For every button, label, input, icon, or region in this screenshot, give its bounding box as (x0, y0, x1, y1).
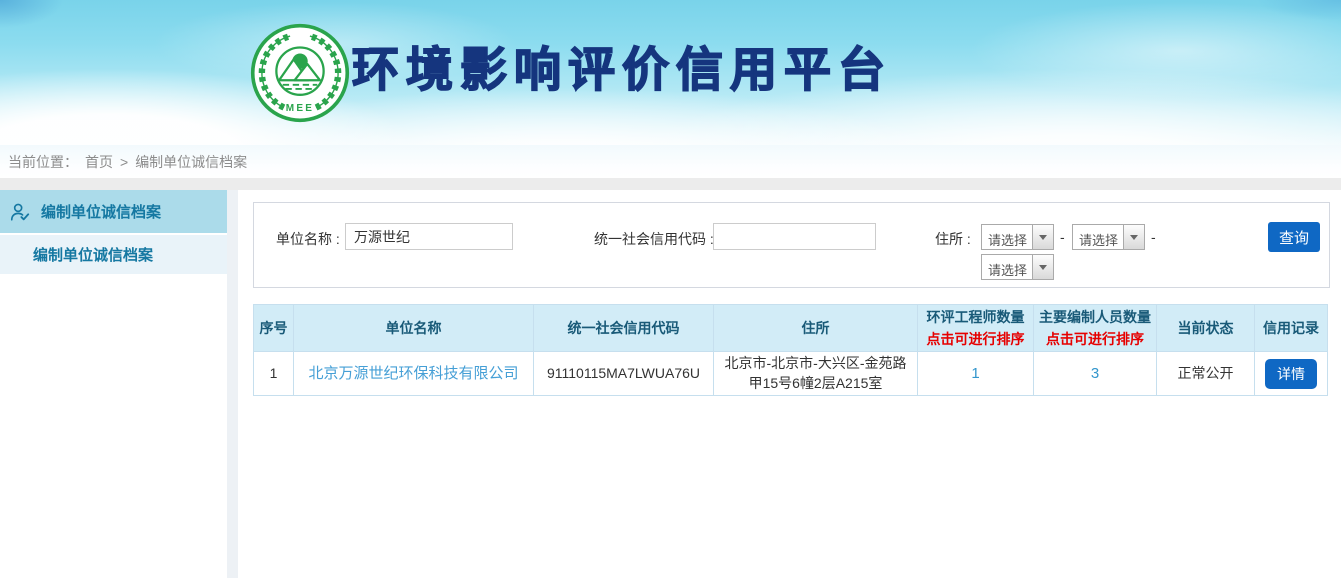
engineer-count-link[interactable]: 1 (971, 365, 979, 382)
search-panel: 单位名称 : 统一社会信用代码 : 住所 : 请选择 - 请选择 - 请选择 (253, 202, 1330, 288)
cell-credit-record: 详情 (1255, 352, 1328, 396)
sidebar-item-label: 编制单位诚信档案 (41, 201, 161, 222)
sidebar-subitem-label: 编制单位诚信档案 (33, 244, 153, 265)
address-district-select[interactable]: 请选择 (981, 254, 1054, 280)
site-header: MEE 环境影响评价信用平台 (0, 0, 1341, 145)
column-unit-name: 单位名称 (294, 305, 534, 352)
breadcrumb-current: 编制单位诚信档案 (135, 152, 247, 172)
unit-name-label: 单位名称 : (276, 229, 340, 249)
sort-hint: 点击可进行排序 (1036, 329, 1154, 349)
credit-code-input[interactable] (713, 223, 876, 250)
cell-unit-name: 北京万源世纪环保科技有限公司 (294, 352, 534, 396)
column-engineer-count-sort[interactable]: 环评工程师数量 点击可进行排序 (918, 305, 1034, 352)
breadcrumb-home-link[interactable]: 首页 (85, 152, 113, 172)
cell-index: 1 (254, 352, 294, 396)
main-content: 单位名称 : 统一社会信用代码 : 住所 : 请选择 - 请选择 - 请选择 (238, 190, 1341, 578)
breadcrumb-separator: > (120, 154, 128, 170)
vertical-divider (227, 190, 238, 578)
cell-status: 正常公开 (1157, 352, 1255, 396)
select-value: 请选择 (982, 225, 1032, 249)
dash-separator: - (1060, 229, 1065, 245)
cell-address: 北京市-北京市-大兴区-金苑路甲15号6幢2层A215室 (714, 352, 918, 396)
sidebar: 编制单位诚信档案 编制单位诚信档案 (0, 190, 227, 578)
chevron-down-icon[interactable] (1123, 225, 1144, 249)
column-index: 序号 (254, 305, 294, 352)
column-staff-count-sort[interactable]: 主要编制人员数量 点击可进行排序 (1034, 305, 1157, 352)
select-value: 请选择 (1073, 225, 1123, 249)
cell-engineer-count: 1 (918, 352, 1034, 396)
query-button[interactable]: 查询 (1268, 222, 1320, 252)
address-city-select[interactable]: 请选择 (1072, 224, 1145, 250)
unit-name-input[interactable] (345, 223, 513, 250)
horizontal-divider (0, 178, 1341, 190)
detail-button[interactable]: 详情 (1265, 359, 1317, 389)
column-label: 主要编制人员数量 (1039, 309, 1151, 325)
table-row: 1 北京万源世纪环保科技有限公司 91110115MA7LWUA76U 北京市-… (254, 352, 1328, 396)
page: MEE 环境影响评价信用平台 当前位置： 首页 > 编制单位诚信档案 编制单位诚… (0, 0, 1341, 578)
address-province-select[interactable]: 请选择 (981, 224, 1054, 250)
chevron-down-icon[interactable] (1032, 225, 1053, 249)
dash-separator: - (1151, 229, 1156, 245)
select-value: 请选择 (982, 255, 1032, 279)
sort-hint: 点击可进行排序 (920, 329, 1031, 349)
breadcrumb-label: 当前位置： (8, 152, 78, 172)
results-table: 序号 单位名称 统一社会信用代码 住所 环评工程师数量 点击可进行排序 主要编制… (253, 304, 1328, 396)
cell-staff-count: 3 (1034, 352, 1157, 396)
logo-text: MEE (286, 103, 315, 114)
column-credit-code: 统一社会信用代码 (534, 305, 714, 352)
column-status: 当前状态 (1157, 305, 1255, 352)
company-name-link[interactable]: 北京万源世纪环保科技有限公司 (308, 365, 518, 382)
sidebar-subitem-unit-credit-archive[interactable]: 编制单位诚信档案 (0, 233, 227, 274)
credit-code-label: 统一社会信用代码 : (594, 229, 714, 249)
column-label: 环评工程师数量 (927, 309, 1025, 325)
cell-credit-code: 91110115MA7LWUA76U (534, 352, 714, 396)
chevron-down-icon[interactable] (1032, 255, 1053, 279)
column-credit-record: 信用记录 (1255, 305, 1328, 352)
sidebar-item-unit-credit-archive[interactable]: 编制单位诚信档案 (0, 190, 227, 233)
address-label: 住所 : (935, 229, 971, 249)
table-header-row: 序号 单位名称 统一社会信用代码 住所 环评工程师数量 点击可进行排序 主要编制… (254, 305, 1328, 352)
mee-emblem-icon: MEE (250, 23, 350, 123)
breadcrumb: 当前位置： 首页 > 编制单位诚信档案 (0, 145, 1341, 178)
user-check-icon (9, 201, 31, 223)
site-title: 环境影响评价信用平台 (352, 44, 892, 96)
column-address: 住所 (714, 305, 918, 352)
staff-count-link[interactable]: 3 (1091, 365, 1099, 382)
